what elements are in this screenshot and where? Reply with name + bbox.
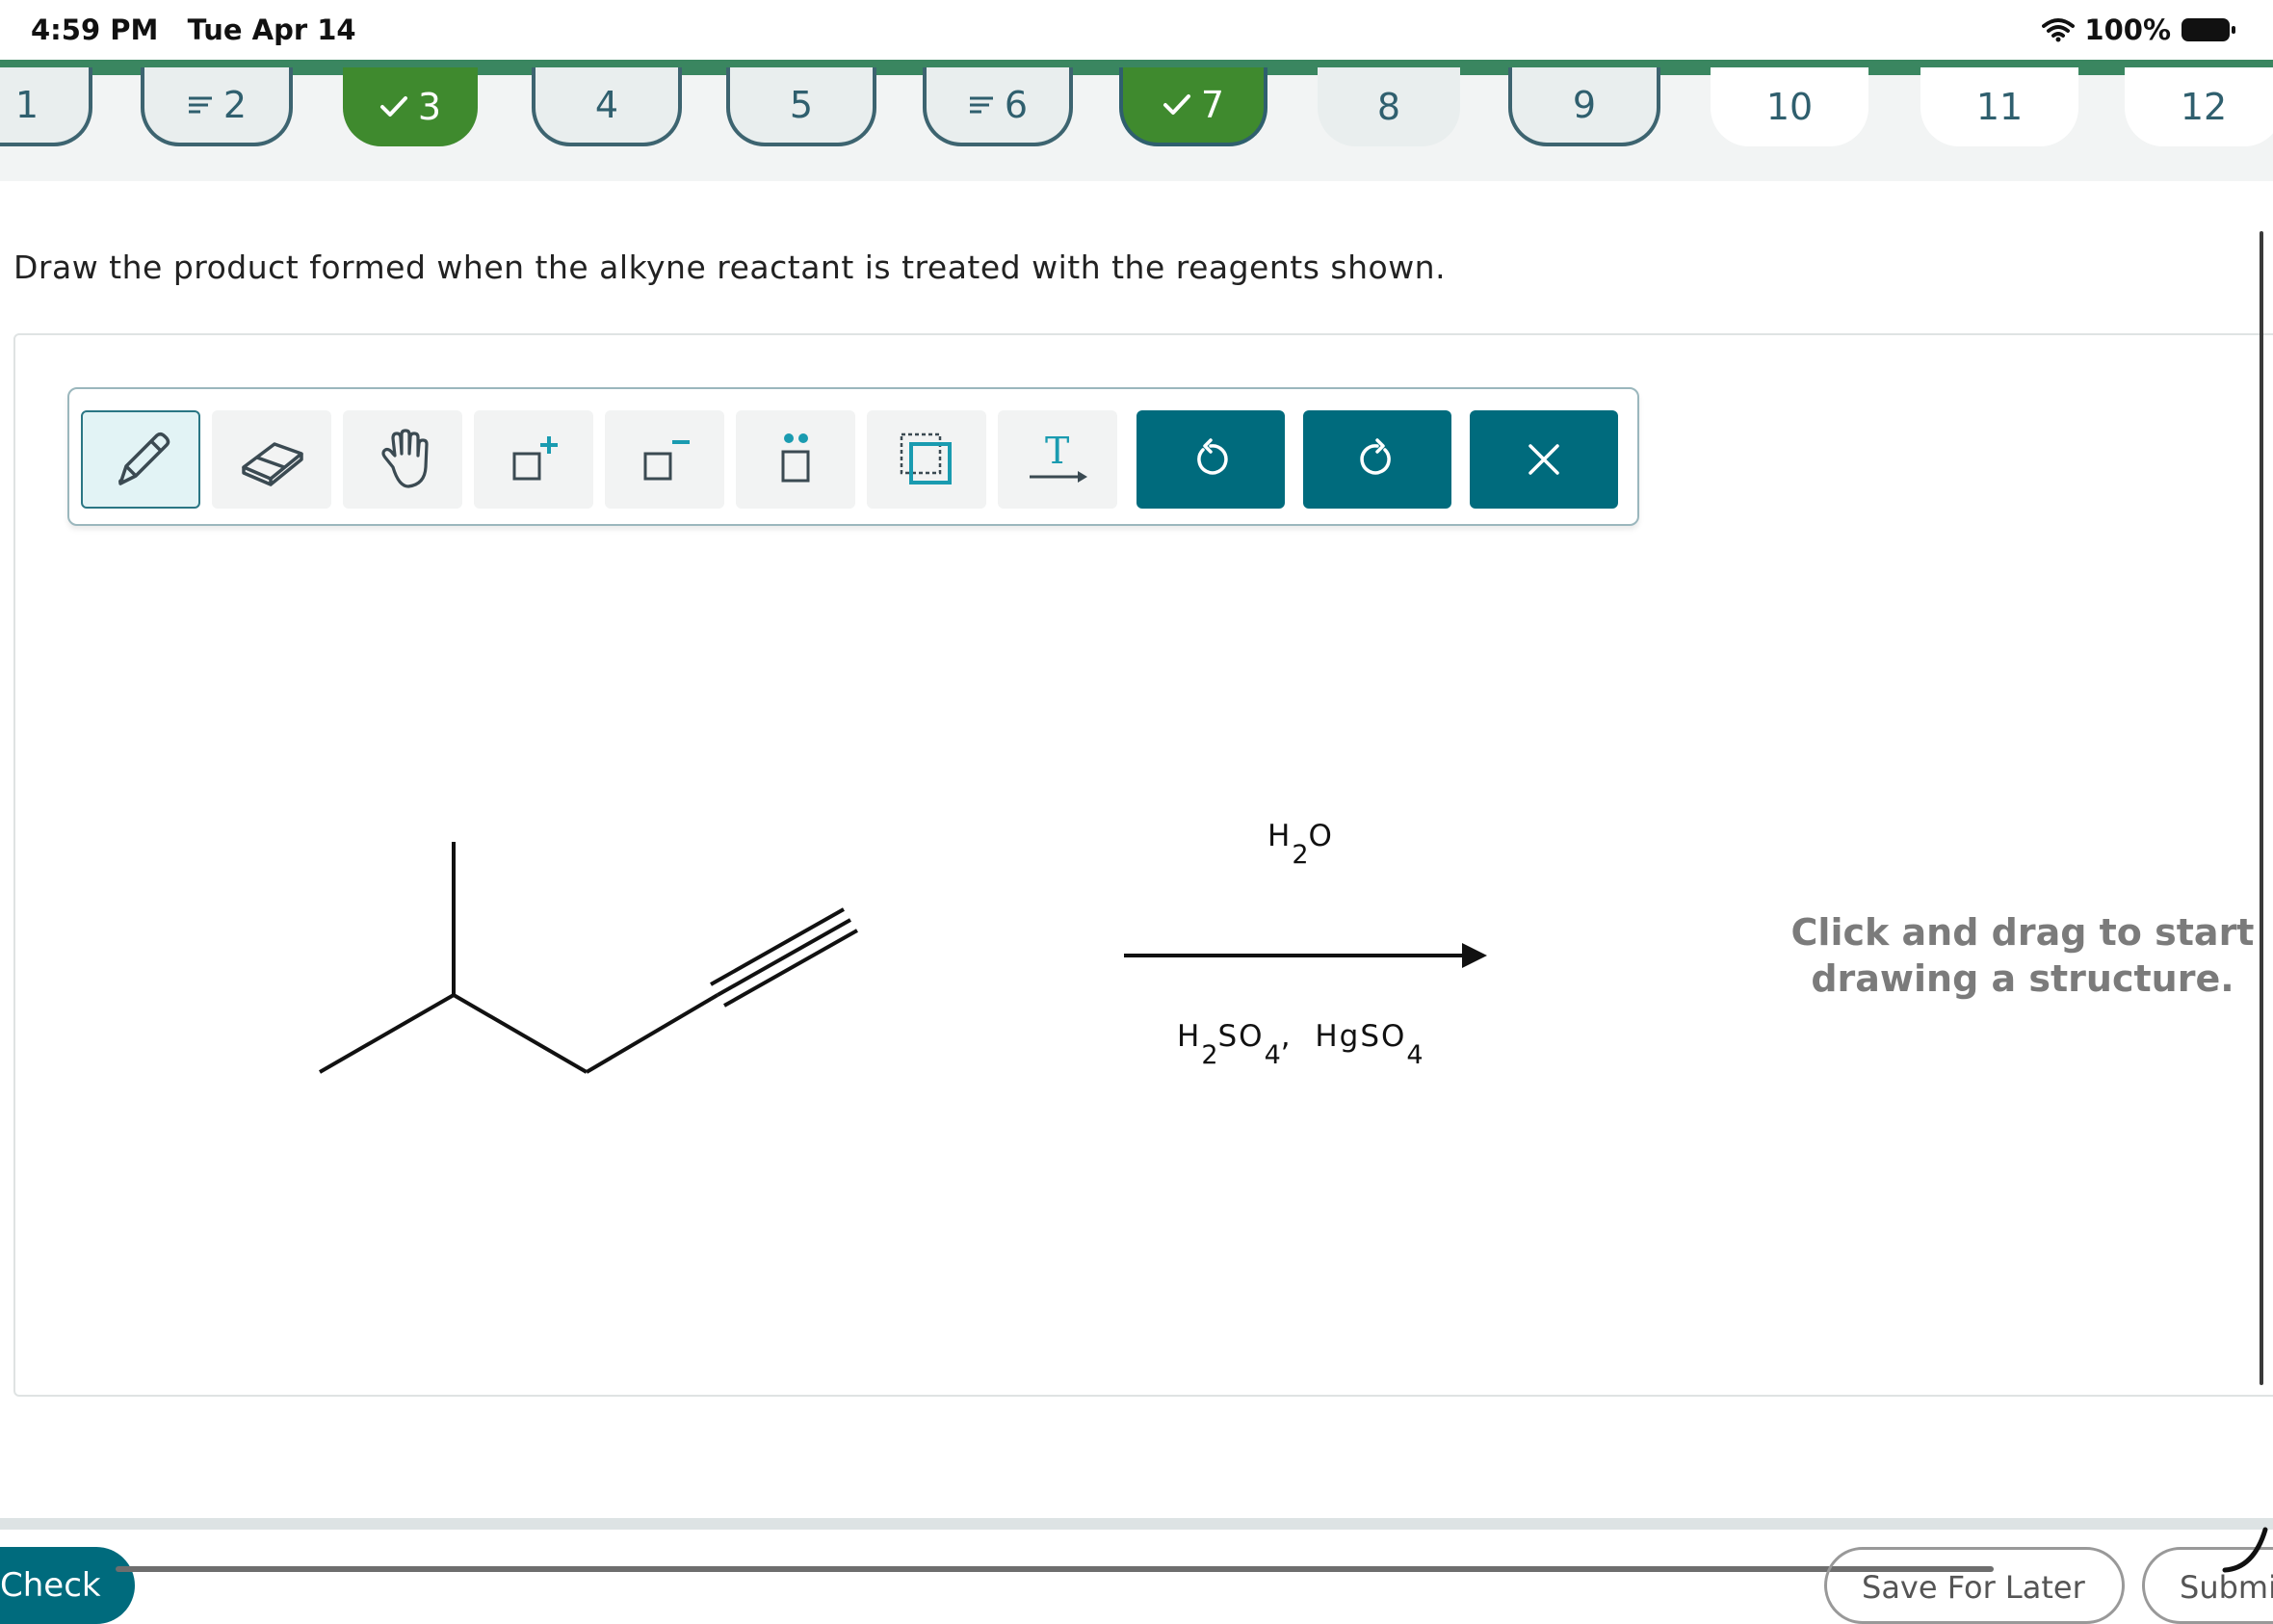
close-icon <box>1528 444 1559 475</box>
question-tab-3[interactable]: 3 <box>343 67 478 146</box>
pencil-tool[interactable] <box>81 410 200 509</box>
question-tab-1[interactable]: 1 <box>0 67 92 146</box>
redo-icon <box>1360 438 1391 475</box>
question-tab-4[interactable]: 4 <box>532 67 682 146</box>
check-button[interactable]: Check <box>0 1547 135 1624</box>
bottom-divider <box>0 1518 2273 1530</box>
question-tab-label: 6 <box>1004 84 1029 126</box>
positive-charge-icon <box>512 436 558 481</box>
battery-percent: 100% <box>2084 13 2171 46</box>
subtract-charge-tool[interactable] <box>605 410 724 509</box>
svg-text:T: T <box>1045 430 1069 472</box>
status-indicators: 100% <box>2042 13 2236 46</box>
undo-button[interactable] <box>1136 410 1285 509</box>
status-bar: 4:59 PM Tue Apr 14 100% <box>0 0 2273 60</box>
question-tab-label: 11 <box>1975 86 2024 128</box>
question-tab-label: 7 <box>1200 84 1225 126</box>
clear-button[interactable] <box>1470 410 1618 509</box>
reagent-water: H2O <box>1267 819 1334 870</box>
check-icon <box>379 96 407 117</box>
canvas-scrollbar[interactable] <box>2260 231 2263 1385</box>
question-tab-12[interactable]: 12 <box>2125 67 2273 146</box>
question-tab-label: 10 <box>1765 86 1814 128</box>
eraser-icon <box>242 442 303 486</box>
pencil-cursor-icon <box>2222 1527 2268 1573</box>
redo-button[interactable] <box>1303 410 1451 509</box>
question-tab-label: 9 <box>1572 84 1597 126</box>
question-tab-label: 2 <box>222 84 248 126</box>
add-charge-tool[interactable] <box>474 410 593 509</box>
clock-date: Tue Apr 14 <box>187 13 356 46</box>
lone-pair-tool[interactable] <box>736 410 855 509</box>
bottom-scroll-indicator <box>116 1566 1994 1572</box>
question-prompt: Draw the product formed when the alkyne … <box>13 249 1447 286</box>
question-tab-2[interactable]: 2 <box>141 67 293 146</box>
question-tab-label: 8 <box>1376 86 1401 128</box>
drawing-toolbar: T <box>67 387 1639 526</box>
clock-time: 4:59 PM <box>31 13 159 46</box>
hint-line: drawing a structure. <box>1811 957 2234 1000</box>
question-tab-11[interactable]: 11 <box>1920 67 2078 146</box>
question-tab-5[interactable]: 5 <box>726 67 876 146</box>
question-tab-label: 12 <box>2180 86 2228 128</box>
select-tool[interactable] <box>867 410 986 509</box>
question-tab-6[interactable]: 6 <box>923 67 1073 146</box>
negative-charge-icon <box>643 440 690 481</box>
save-for-later-button[interactable]: Save For Later <box>1824 1547 2125 1624</box>
hint-line: Click and drag to start <box>1790 911 2255 954</box>
canvas-hint: Click and drag to start drawing a struct… <box>1772 909 2273 1002</box>
question-tab-label: 3 <box>417 86 442 128</box>
question-navigation: 1 2 3 4 5 6 7 8 9 10 11 12 <box>0 60 2273 181</box>
question-tab-7[interactable]: 7 <box>1119 67 1267 146</box>
check-icon <box>1163 94 1190 115</box>
pencil-icon <box>118 432 170 485</box>
hand-tool[interactable] <box>343 410 462 509</box>
eraser-tool[interactable] <box>212 410 331 509</box>
battery-icon <box>2182 18 2235 41</box>
reagent-acid-catalyst: H2SO4, HgSO4 <box>1177 1019 1424 1070</box>
question-tab-label: 1 <box>14 84 39 126</box>
attempted-lines-icon <box>969 96 993 114</box>
undo-icon <box>1197 438 1228 475</box>
status-time: 4:59 PM Tue Apr 14 <box>31 13 356 46</box>
marquee-select-icon <box>900 432 952 485</box>
hand-icon <box>381 429 429 488</box>
wifi-icon <box>2042 18 2076 42</box>
lone-pair-icon <box>781 433 810 483</box>
question-tab-8[interactable]: 8 <box>1318 67 1460 146</box>
question-tab-9[interactable]: 9 <box>1508 67 1660 146</box>
question-tab-label: 4 <box>594 84 619 126</box>
text-tool[interactable]: T <box>998 410 1117 509</box>
attempted-lines-icon <box>188 96 212 114</box>
question-tab-label: 5 <box>789 84 814 126</box>
text-arrow-icon: T <box>1030 430 1087 483</box>
question-tab-10[interactable]: 10 <box>1711 67 1868 146</box>
